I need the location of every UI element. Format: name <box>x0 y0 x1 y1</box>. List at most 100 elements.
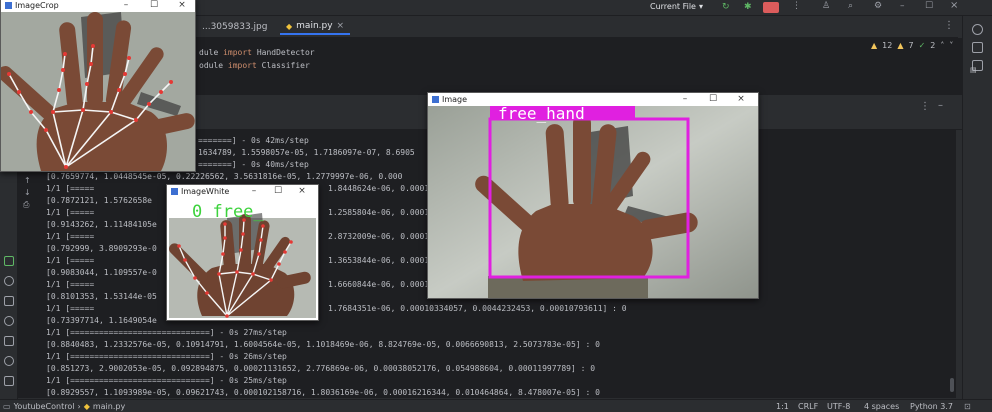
console-line: [0.851273, 2.9002053e-05, 0.092894875, 0… <box>46 364 596 373</box>
console-line: 1/1 [===== <box>46 304 95 313</box>
console-line: 1/1 [=============================] - 0s… <box>46 352 287 361</box>
console-scrollbar[interactable] <box>950 378 954 392</box>
maximize-icon[interactable]: ☐ <box>147 0 161 12</box>
console-line: [0.73397714, 1.1649054e <box>46 316 157 325</box>
run-icon[interactable] <box>4 256 14 266</box>
console-line: =======] - 0s 42ms/step <box>198 136 309 145</box>
minimize-icon[interactable]: – <box>247 185 261 198</box>
window-maximize-icon[interactable]: ☐ <box>925 1 933 11</box>
code-line: odule import Classifier <box>199 61 310 70</box>
indent-setting[interactable]: 4 spaces <box>864 402 899 411</box>
run-config-selector[interactable]: Current File ▾ <box>650 2 703 11</box>
console-line: 1/1 [===== <box>46 232 95 241</box>
hand-crop-image <box>0 12 195 171</box>
file-encoding[interactable]: UTF-8 <box>827 402 850 411</box>
close-icon[interactable]: × <box>337 21 345 31</box>
console-line: [0.8840483, 1.2332576e-05, 0.10914791, 1… <box>46 340 600 349</box>
typos-count: 2 <box>930 41 936 50</box>
app-icon <box>5 2 12 9</box>
check-icon: ✓ <box>918 41 926 50</box>
chevron-down-icon[interactable]: ˅ <box>949 41 953 50</box>
console-fragment: 1.6660844e-06, 0.0001 <box>328 280 430 289</box>
weak-warning-icon: ▲ <box>897 41 904 50</box>
terminal-icon[interactable] <box>4 336 14 346</box>
right-tool-strip: ▤ <box>962 16 992 400</box>
window-close-icon[interactable]: × <box>950 0 958 11</box>
close-icon[interactable]: × <box>175 0 189 12</box>
project-name: YoutubeControl <box>13 401 75 411</box>
console-line: [0.8929557, 1.1093989e-05, 0.09621743, 0… <box>46 388 600 397</box>
tab-label: main.py <box>296 21 333 31</box>
python-file-icon: ◆ <box>83 401 90 411</box>
window-title: ImageCrop <box>15 1 59 10</box>
services-icon[interactable] <box>4 316 14 326</box>
weak-warnings-count: 7 <box>908 41 914 50</box>
file-name: main.py <box>92 401 126 411</box>
console-line: [0.9083044, 1.109557e-0 <box>46 268 157 277</box>
layers-icon[interactable] <box>4 296 14 306</box>
close-icon[interactable]: × <box>734 93 748 106</box>
debug-icon[interactable]: ✱ <box>744 2 752 12</box>
line-separator[interactable]: CRLF <box>798 402 818 411</box>
maximize-icon[interactable]: ☐ <box>271 185 285 198</box>
rerun-icon[interactable]: ↻ <box>722 2 730 12</box>
notifications-icon[interactable] <box>972 24 983 35</box>
folder-icon: ▭ <box>3 401 11 411</box>
scroll-up-icon[interactable]: ↑ <box>24 176 31 185</box>
opencv-window-imagewhite[interactable]: ImageWhite – ☐ × 0 free_ <box>166 184 319 321</box>
console-line: 1/1 [===== <box>46 280 95 289</box>
settings-gear-icon[interactable]: ⚙ <box>874 1 882 11</box>
lock-icon[interactable]: ⊡ <box>964 402 971 411</box>
python-interpreter[interactable]: Python 3.7 <box>910 402 953 411</box>
console-fragment: 1.7684351e-06, 0.00010334057, 0.00442324… <box>328 304 627 313</box>
inspection-widget[interactable]: ▲ 12 ▲ 7 ✓ 2 ˄ ˅ <box>871 41 953 50</box>
minimize-icon[interactable]: – <box>119 0 133 12</box>
code-line: dule import HandDetector <box>199 48 315 57</box>
database-icon[interactable] <box>972 42 983 53</box>
close-icon[interactable]: × <box>295 185 309 198</box>
console-line: 1/1 [=============================] - 0s… <box>46 328 287 337</box>
search-icon[interactable]: ⌕ <box>848 1 853 11</box>
problems-icon[interactable] <box>4 356 14 366</box>
app-icon <box>171 188 178 195</box>
console-line: [0.7659774, 1.0448545e-05, 0.22226562, 3… <box>46 172 403 181</box>
scroll-down-icon[interactable]: ↓ <box>24 188 31 197</box>
warning-icon: ▲ <box>871 41 878 50</box>
chevron-up-icon[interactable]: ˄ <box>940 41 944 50</box>
console-line: =======] - 0s 40ms/step <box>198 160 309 169</box>
minimize-icon[interactable]: – <box>678 93 692 106</box>
python-packages-icon[interactable] <box>4 276 14 286</box>
profile-icon[interactable]: ♙ <box>822 1 830 11</box>
more-icon[interactable]: ⋮ <box>920 101 930 112</box>
tab-image-file[interactable]: ...3059833.jpg <box>196 19 273 35</box>
git-icon[interactable] <box>4 376 14 386</box>
console-fragment: 2.8732009e-06, 0.0001 <box>328 232 430 241</box>
prediction-label: 0 free_ <box>192 202 264 222</box>
sciview-label-icon[interactable]: ▤ <box>970 66 986 84</box>
console-fragment: 1.8448624e-06, 0.0001 <box>328 184 430 193</box>
opencv-window-image[interactable]: Image – ☐ × free_hand <box>427 92 759 299</box>
console-line: 1/1 [===== <box>46 208 95 217</box>
maximize-icon[interactable]: ☐ <box>706 93 720 106</box>
hand-skeleton-white: 0 free_ <box>167 198 318 320</box>
opencv-window-imagecrop[interactable]: ImageCrop – ☐ × <box>0 0 196 172</box>
project-breadcrumb[interactable]: ▭ YoutubeControl › ◆ main.py <box>3 402 125 411</box>
stop-button[interactable] <box>763 2 779 13</box>
run-config-label: Current File <box>650 2 696 11</box>
tabs-menu-icon[interactable]: ⋮ <box>944 20 954 31</box>
print-icon[interactable]: ⎙ <box>23 200 29 210</box>
more-icon[interactable]: ⋮ <box>792 1 801 11</box>
window-titlebar[interactable]: ImageCrop <box>1 0 195 12</box>
warnings-count: 12 <box>882 41 893 50</box>
minimize-panel-icon[interactable]: – <box>938 100 943 111</box>
window-minimize-icon[interactable]: – <box>900 1 905 11</box>
caret-position[interactable]: 1:1 <box>776 402 789 411</box>
console-line: [0.7872121, 1.5762658e <box>46 196 152 205</box>
tab-main-py[interactable]: ◆ main.py × <box>280 19 351 35</box>
code-editor[interactable]: dule import HandDetector odule import Cl… <box>196 38 962 94</box>
console-fragment: 1.3653844e-06, 0.0001 <box>328 256 430 265</box>
console-line: [0.8101353, 1.53144e-05 <box>46 292 157 301</box>
console-line: 1/1 [===== <box>46 184 95 193</box>
editor-tab-bar: ...3059833.jpg ◆ main.py × ⋮ <box>196 16 958 38</box>
chevron-down-icon: ▾ <box>698 2 703 11</box>
